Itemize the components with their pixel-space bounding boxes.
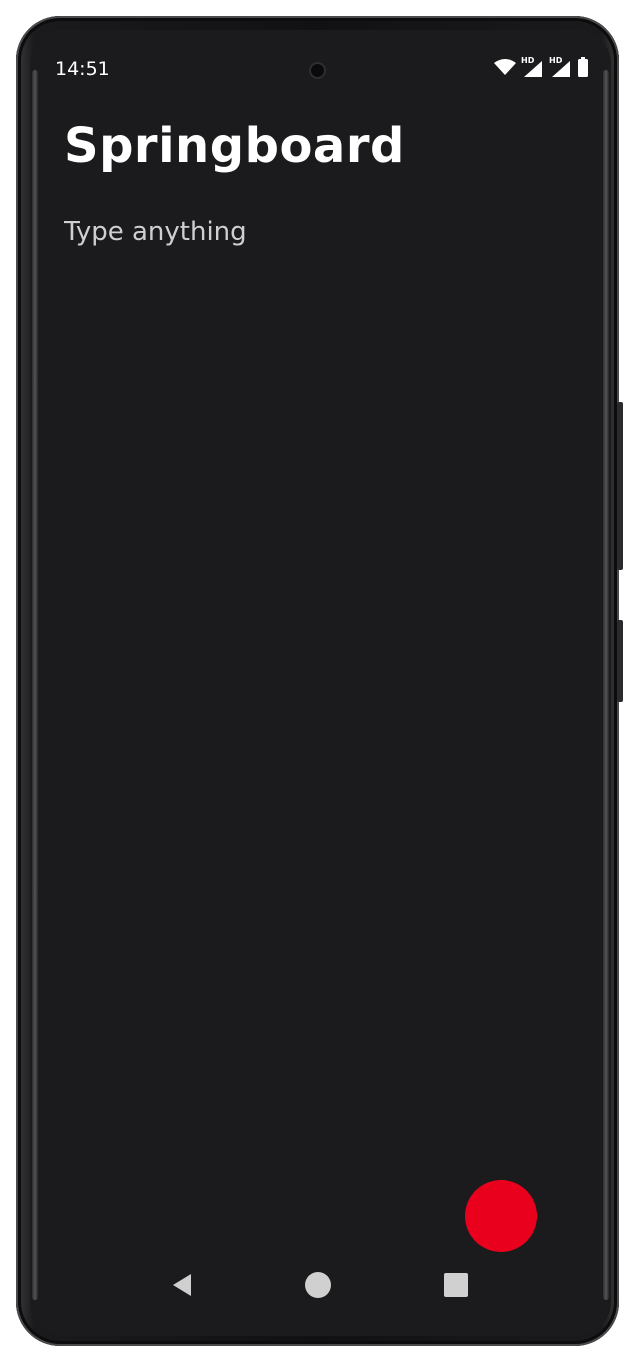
svg-text:HD: HD (549, 56, 563, 65)
back-button[interactable] (167, 1270, 197, 1300)
signal-hd-icon: HD (521, 56, 542, 77)
svg-text:HD: HD (521, 56, 535, 65)
screen: 14:51 HD HD Springboard (30, 30, 611, 1336)
recents-icon (444, 1273, 468, 1297)
text-input[interactable] (64, 210, 564, 254)
screen-edge-right (603, 70, 609, 1300)
screen-edge-left (32, 70, 38, 1300)
status-icons: HD HD (493, 56, 589, 78)
record-button[interactable] (465, 1180, 537, 1252)
front-camera (311, 64, 324, 77)
back-icon (173, 1274, 191, 1296)
recents-button[interactable] (441, 1270, 471, 1300)
status-clock: 14:51 (55, 58, 110, 80)
power-button (617, 620, 623, 702)
signal-hd-icon: HD (549, 56, 570, 77)
volume-button (617, 402, 623, 570)
home-icon (305, 1272, 331, 1298)
battery-icon (578, 57, 588, 77)
page-title: Springboard (64, 118, 405, 174)
status-bar: 14:51 HD HD (30, 30, 611, 94)
wifi-icon (494, 59, 516, 75)
home-button[interactable] (303, 1270, 333, 1300)
navigation-bar (30, 1252, 611, 1316)
